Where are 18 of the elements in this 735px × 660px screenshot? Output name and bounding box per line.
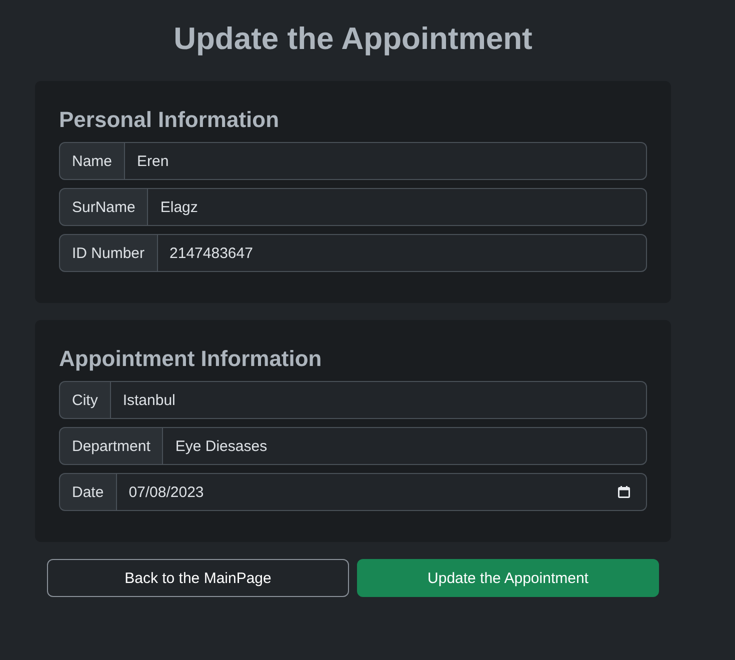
section-heading: Personal Information bbox=[59, 106, 280, 134]
calendar-icon[interactable] bbox=[618, 486, 630, 498]
update-button[interactable]: Update the Appointment bbox=[357, 559, 659, 597]
text-input[interactable]: Eye Diesases bbox=[162, 427, 647, 465]
field-label: Date bbox=[59, 473, 117, 511]
field-label: SurName bbox=[59, 188, 148, 226]
text-input[interactable]: Elagz bbox=[147, 188, 647, 226]
page-title: Update the Appointment bbox=[172, 20, 534, 58]
field-label: ID Number bbox=[59, 234, 158, 272]
text-input[interactable]: 2147483647 bbox=[156, 234, 647, 272]
date-input[interactable]: 07/08/2023 bbox=[116, 473, 647, 511]
text-input[interactable]: Istanbul bbox=[110, 381, 647, 419]
field-label: Department bbox=[59, 427, 164, 465]
back-button[interactable]: Back to the MainPage bbox=[47, 559, 349, 597]
field-label: City bbox=[59, 381, 111, 419]
field-label: Name bbox=[59, 142, 126, 180]
section-heading: Appointment Information bbox=[59, 345, 323, 373]
text-input[interactable]: Eren bbox=[124, 142, 647, 180]
